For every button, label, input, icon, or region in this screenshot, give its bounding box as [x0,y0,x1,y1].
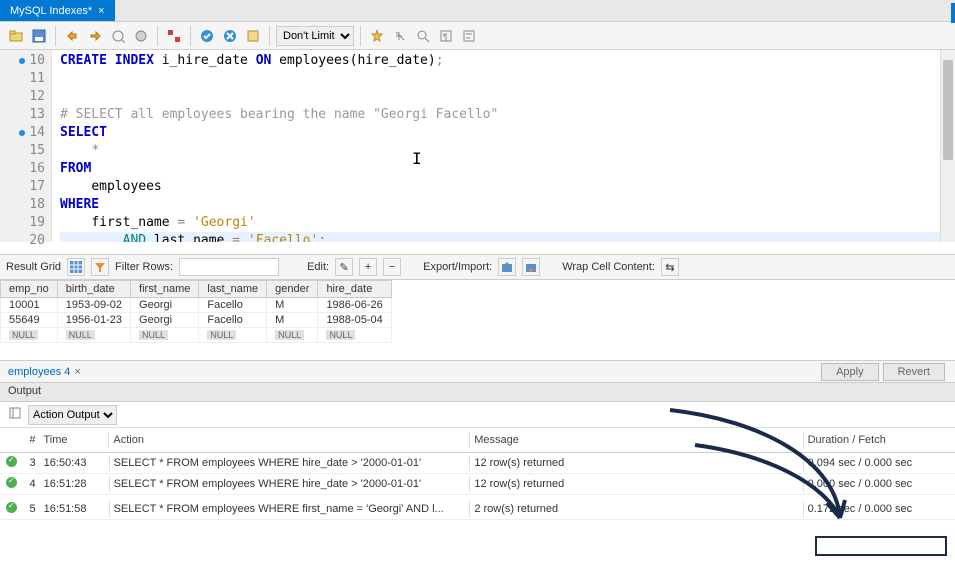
file-tab[interactable]: MySQL Indexes* × [0,0,115,21]
limit-select[interactable]: Don't Limit [276,26,354,46]
execute-current-icon[interactable] [85,26,105,46]
autocommit-icon[interactable] [243,26,263,46]
col-header-dur: Duration / Fetch [808,434,955,446]
output-toolbar: Action Output [0,402,955,428]
column-header[interactable]: emp_no [1,281,58,298]
wrap-label: Wrap Cell Content: [562,261,655,273]
export-icon[interactable] [498,258,516,276]
delete-row-icon[interactable]: − [383,258,401,276]
output-row[interactable]: 516:51:58 SELECT * FROM employees WHERE … [0,495,955,520]
import-icon[interactable] [522,258,540,276]
search-icon[interactable] [413,26,433,46]
result-tab-label: employees 4 [8,366,70,378]
column-header[interactable]: first_name [131,281,199,298]
status-ok-icon [6,502,17,513]
result-tab-bar: employees 4 × Apply Revert [0,360,955,382]
file-tab-bar: MySQL Indexes* × [0,0,955,22]
beautify-icon[interactable] [367,26,387,46]
close-icon[interactable]: × [74,366,80,378]
revert-button[interactable]: Revert [883,363,945,381]
close-icon[interactable]: × [98,5,104,17]
result-grid-label: Result Grid [6,261,61,273]
status-ok-icon [6,477,17,488]
filter-label: Filter Rows: [115,261,173,273]
clear-output-icon[interactable] [8,406,22,423]
status-ok-icon [6,456,17,467]
edit-label: Edit: [307,261,329,273]
editor-toolbar: Don't Limit ¶ [0,22,955,50]
wrap-icon[interactable] [459,26,479,46]
result-tab[interactable]: employees 4 × [0,363,89,381]
tab-title: MySQL Indexes* [10,5,92,17]
open-file-icon[interactable] [6,26,26,46]
add-row-icon[interactable]: + [359,258,377,276]
col-header-num: # [16,434,44,446]
results-toolbar: Result Grid Filter Rows: Edit: ✎ + − Exp… [0,254,955,280]
editor-scrollbar[interactable] [940,50,955,242]
export-label: Export/Import: [423,261,492,273]
edit-row-icon[interactable]: ✎ [335,258,353,276]
sql-editor[interactable]: 1011121314151617181920 I CREATE INDEX i_… [0,50,955,242]
column-header[interactable]: hire_date [318,281,391,298]
output-type-select[interactable]: Action Output [28,405,117,425]
filter-icon[interactable] [91,258,109,276]
output-grid: # Time Action Message Duration / Fetch 3… [0,428,955,520]
column-header[interactable]: birth_date [57,281,130,298]
filter-input[interactable] [179,258,279,276]
commit-icon[interactable] [197,26,217,46]
execute-icon[interactable] [62,26,82,46]
column-header[interactable]: gender [267,281,318,298]
stop-icon[interactable] [131,26,151,46]
svg-text:¶: ¶ [443,32,448,42]
output-header: Output [0,382,955,402]
save-file-icon[interactable] [29,26,49,46]
rollback-icon[interactable] [220,26,240,46]
output-row[interactable]: 316:50:43 SELECT * FROM employees WHERE … [0,453,955,474]
table-row[interactable]: NULLNULLNULLNULLNULLNULL [1,328,392,343]
col-header-time: Time [43,434,104,446]
column-header[interactable]: last_name [199,281,267,298]
grid-icon[interactable] [67,258,85,276]
text-cursor: I [412,150,422,168]
result-grid[interactable]: emp_nobirth_datefirst_namelast_namegende… [0,280,955,360]
col-header-msg: Message [474,434,798,446]
toggle-icon[interactable] [164,26,184,46]
annotation-highlight [815,536,947,556]
explain-icon[interactable] [108,26,128,46]
col-header-action: Action [113,434,465,446]
output-row[interactable]: 416:51:28 SELECT * FROM employees WHERE … [0,474,955,495]
line-gutter: 1011121314151617181920 [0,50,52,242]
invisible-icon[interactable]: ¶ [436,26,456,46]
table-row[interactable]: 556491956-01-23GeorgiFacelloM1988-05-04 [1,313,392,328]
table-row[interactable]: 100011953-09-02GeorgiFacelloM1986-06-26 [1,298,392,313]
find-icon[interactable] [390,26,410,46]
apply-button[interactable]: Apply [821,363,879,381]
code-area[interactable]: I CREATE INDEX i_hire_date ON employees(… [52,50,955,242]
wrap-toggle-icon[interactable]: ⇆ [661,258,679,276]
